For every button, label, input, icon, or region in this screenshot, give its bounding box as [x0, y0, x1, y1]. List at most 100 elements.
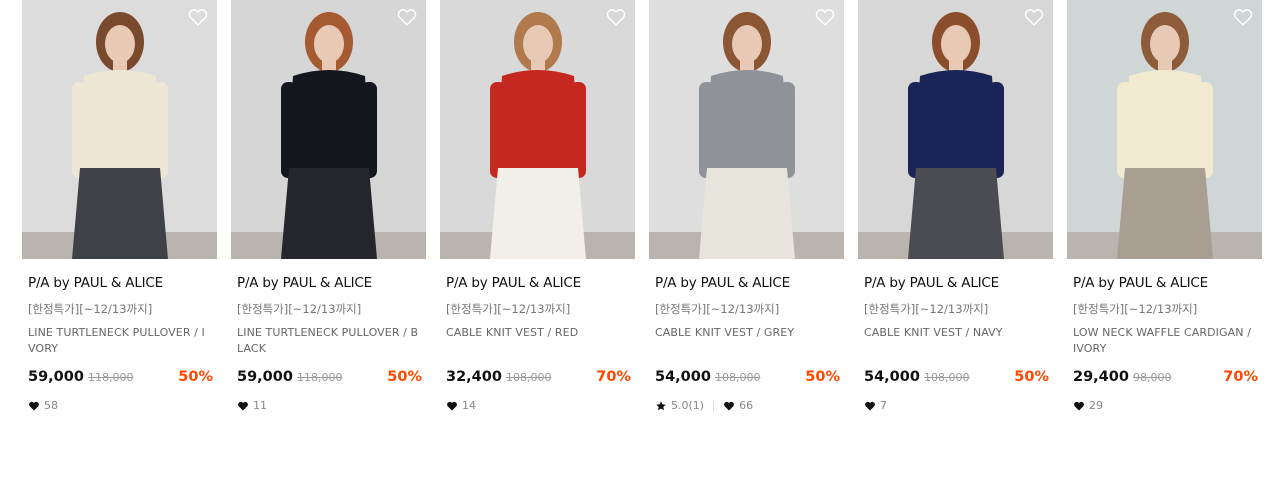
promo-label: [한정특가][~12/13까지] — [655, 302, 780, 316]
product-name[interactable]: LOW NECK WAFFLE CARDIGAN / IVORY — [1073, 325, 1256, 357]
price-row: 54,000 108,000 50% — [655, 369, 840, 385]
model-photo — [440, 0, 635, 259]
original-price: 118,000 — [87, 371, 134, 384]
sale-price: 54,000 — [864, 369, 920, 385]
like-count-value: 11 — [253, 399, 267, 412]
review-like-row: 29 — [1073, 399, 1262, 412]
sale-price: 59,000 — [28, 369, 84, 385]
wishlist-button[interactable] — [1232, 6, 1254, 28]
product-name[interactable]: LINE TURTLENECK PULLOVER / BLACK — [237, 325, 420, 357]
promo-label: [한정특가][~12/13까지] — [237, 302, 362, 316]
product-image[interactable] — [22, 0, 217, 259]
like-count: 58 — [28, 399, 58, 412]
original-price: 108,000 — [714, 371, 761, 384]
product-card[interactable]: P/A by PAUL & ALICE [한정특가][~12/13까지] LOW… — [1067, 0, 1262, 412]
star-icon — [656, 400, 666, 410]
wishlist-button[interactable] — [396, 6, 418, 28]
product-brand[interactable]: P/A by PAUL & ALICE — [655, 275, 844, 291]
heart-filled-icon — [724, 401, 735, 410]
like-count-value: 7 — [880, 399, 887, 412]
product-card[interactable]: P/A by PAUL & ALICE [한정특가][~12/13까지] CAB… — [858, 0, 1053, 412]
promo-label: [한정특가][~12/13까지] — [1073, 302, 1198, 316]
product-grid: P/A by PAUL & ALICE [한정특가][~12/13까지] LIN… — [22, 0, 1262, 412]
original-price: 118,000 — [296, 371, 343, 384]
discount-rate: 50% — [178, 369, 213, 385]
sale-price: 32,400 — [446, 369, 502, 385]
product-name[interactable]: CABLE KNIT VEST / GREY — [655, 325, 838, 357]
like-count: 11 — [237, 399, 267, 412]
model-photo — [231, 0, 426, 259]
like-count: 7 — [864, 399, 887, 412]
heart-filled-icon — [865, 401, 875, 410]
wishlist-button[interactable] — [1023, 6, 1045, 28]
product-image[interactable] — [440, 0, 635, 259]
product-name[interactable]: CABLE KNIT VEST / NAVY — [864, 325, 1047, 357]
review-like-row: 14 — [446, 399, 635, 412]
like-count-value: 29 — [1089, 399, 1103, 412]
heart-outline-icon — [815, 9, 835, 26]
like-count-value: 66 — [739, 399, 754, 412]
promo-label: [한정특가][~12/13까지] — [446, 302, 571, 316]
heart-outline-icon — [1233, 9, 1253, 26]
price-row: 59,000 118,000 50% — [28, 369, 213, 385]
product-brand[interactable]: P/A by PAUL & ALICE — [446, 275, 635, 291]
review-like-row: 7 — [864, 399, 1053, 412]
price-row: 59,000 118,000 50% — [237, 369, 422, 385]
discount-rate: 50% — [387, 369, 422, 385]
heart-outline-icon — [188, 9, 208, 26]
wishlist-button[interactable] — [814, 6, 836, 28]
promo-label: [한정특가][~12/13까지] — [28, 302, 153, 316]
heart-outline-icon — [397, 9, 417, 26]
product-image[interactable] — [231, 0, 426, 259]
product-brand[interactable]: P/A by PAUL & ALICE — [1073, 275, 1262, 291]
heart-filled-icon — [238, 401, 248, 410]
model-photo — [649, 0, 844, 259]
review-like-row: 11 — [237, 399, 426, 412]
product-brand[interactable]: P/A by PAUL & ALICE — [864, 275, 1053, 291]
like-count: 66 — [723, 399, 753, 412]
price-row: 29,400 98,000 70% — [1073, 369, 1258, 385]
discount-rate: 70% — [1223, 369, 1258, 385]
product-image[interactable] — [649, 0, 844, 259]
review-like-row: 5.0(1) 66 — [655, 399, 844, 412]
like-count: 29 — [1073, 399, 1103, 412]
like-count-value: 58 — [44, 399, 58, 412]
product-card[interactable]: P/A by PAUL & ALICE [한정특가][~12/13까지] LIN… — [231, 0, 426, 412]
sale-price: 59,000 — [237, 369, 293, 385]
promo-label: [한정특가][~12/13까지] — [864, 302, 989, 316]
original-price: 98,000 — [1132, 371, 1172, 384]
model-photo — [858, 0, 1053, 259]
original-price: 108,000 — [923, 371, 970, 384]
sale-price: 29,400 — [1073, 369, 1129, 385]
product-image[interactable] — [858, 0, 1053, 259]
wishlist-button[interactable] — [605, 6, 627, 28]
product-card[interactable]: P/A by PAUL & ALICE [한정특가][~12/13까지] CAB… — [440, 0, 635, 412]
heart-outline-icon — [606, 9, 626, 26]
model-photo — [22, 0, 217, 259]
divider — [713, 400, 715, 411]
product-image[interactable] — [1067, 0, 1262, 259]
product-brand[interactable]: P/A by PAUL & ALICE — [28, 275, 217, 291]
discount-rate: 50% — [805, 369, 840, 385]
original-price: 108,000 — [505, 371, 552, 384]
product-card[interactable]: P/A by PAUL & ALICE [한정특가][~12/13까지] LIN… — [22, 0, 217, 412]
wishlist-button[interactable] — [187, 6, 209, 28]
sale-price: 54,000 — [655, 369, 711, 385]
heart-filled-icon — [29, 401, 39, 410]
heart-outline-icon — [1024, 9, 1044, 26]
product-name[interactable]: LINE TURTLENECK PULLOVER / IVORY — [28, 325, 211, 357]
heart-filled-icon — [447, 401, 457, 410]
model-photo — [1067, 0, 1262, 259]
product-card[interactable]: P/A by PAUL & ALICE [한정특가][~12/13까지] CAB… — [649, 0, 844, 412]
rating-value: 5.0(1) — [671, 399, 705, 412]
like-count: 14 — [446, 399, 476, 412]
rating: 5.0(1) — [655, 399, 704, 412]
price-row: 32,400 108,000 70% — [446, 369, 631, 385]
like-count-value: 14 — [462, 399, 476, 412]
product-brand[interactable]: P/A by PAUL & ALICE — [237, 275, 426, 291]
product-name[interactable]: CABLE KNIT VEST / RED — [446, 325, 629, 357]
price-row: 54,000 108,000 50% — [864, 369, 1049, 385]
discount-rate: 50% — [1014, 369, 1049, 385]
heart-filled-icon — [1074, 401, 1084, 410]
discount-rate: 70% — [596, 369, 631, 385]
